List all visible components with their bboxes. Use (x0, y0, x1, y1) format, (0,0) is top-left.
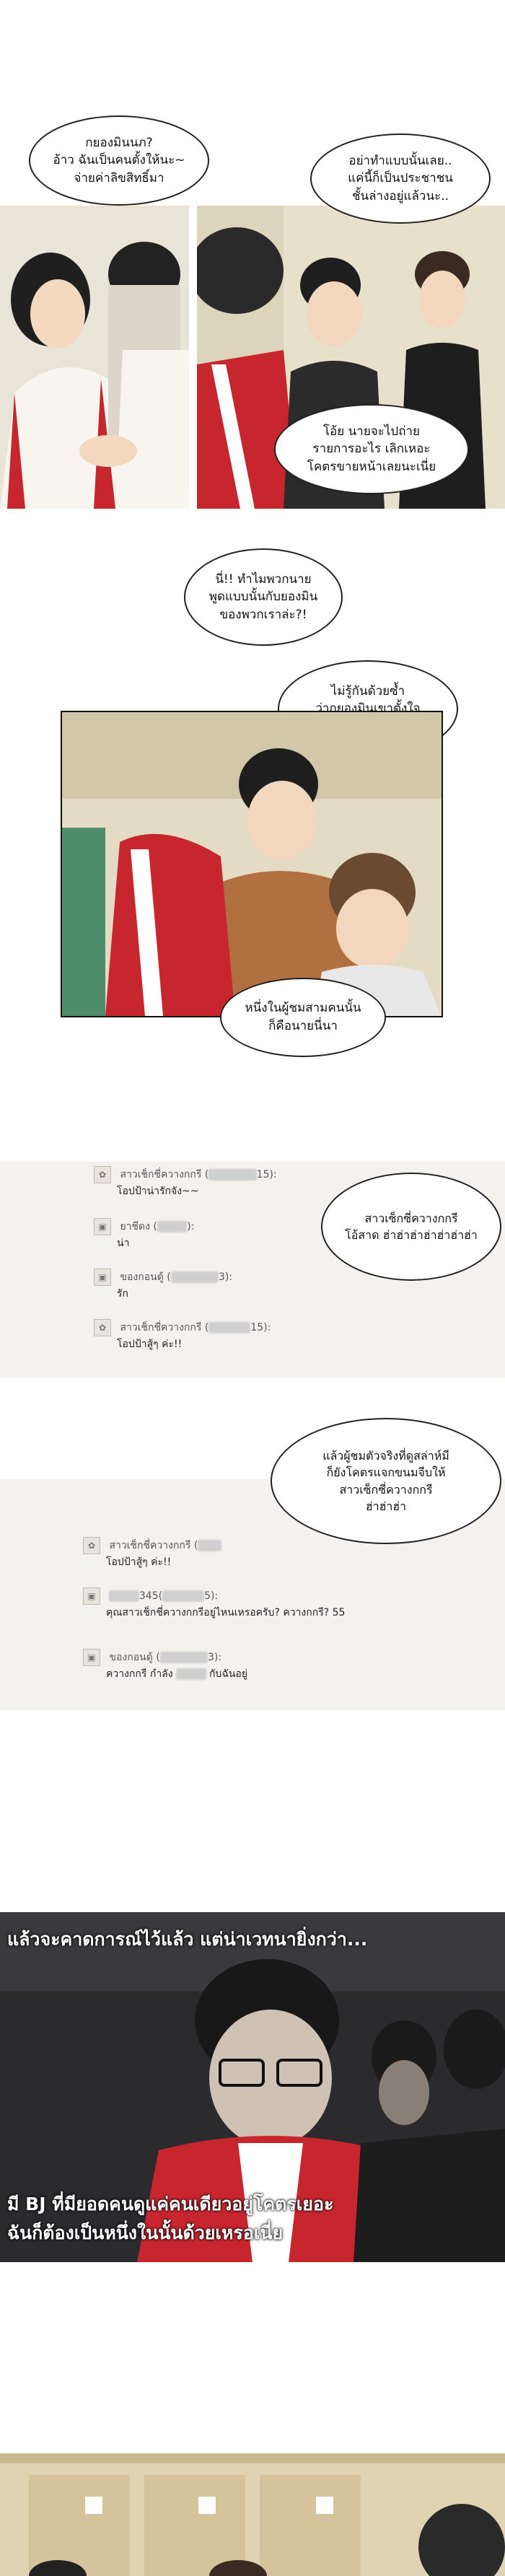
chat-row: ▣ ยาชีดง (xxxxx): น่า (94, 1218, 194, 1251)
speech-bubble-1: กยองมินนภ? อ้าว ฉันเป็นคนตั้งให้นะ~ จ่าย… (29, 115, 209, 206)
blurred-id: xxxxxxx (162, 1590, 205, 1602)
chat-username: ยาชีดง ( (120, 1221, 157, 1232)
speech-bubble-8: แล้วผู้ชมตัวจริงที่ดูสล่าห์มี ก็ยังโคตรแ… (271, 1418, 501, 1544)
panel-1-left-art (0, 206, 189, 509)
chat-username: สาวเช็กชี่ควางกกรี ( (109, 1540, 198, 1551)
chat-message: โอปป้าสู้ๆ ค่ะ!! (117, 1339, 183, 1350)
blurred-id: xxxxxxxx (170, 1271, 219, 1283)
chat-message: โอปป้าสู้ๆ ค่ะ!! (106, 1556, 172, 1568)
chat-id-suffix: 5): (204, 1590, 219, 1602)
panel-1-left (0, 206, 189, 509)
panel-3: แล้วจะคาดการณ์ไว้แล้ว แต่น่าเวทนายิ่งกว่… (0, 1912, 505, 2262)
chat-row: ✿ สาวเช็กชี่ควางกกรี (xxxx โอปป้าสู้ๆ ค่… (83, 1537, 222, 1570)
chat-id-suffix: 15): (250, 1322, 271, 1333)
panel-4-art (0, 2453, 505, 2576)
chat-row: ▣ ของกอนดู้ (xxxxxxxx3): ควางกกรี กำลัง … (83, 1649, 247, 1682)
blurred-id: xxxxx (157, 1221, 188, 1232)
chat-message-part-2: กับฉันอยู่ (208, 1668, 248, 1680)
chat-badge-icon: ✿ (94, 1166, 111, 1183)
panel-2-art (62, 712, 442, 1016)
chat-username: ของกอนดู้ ( (120, 1271, 171, 1283)
blurred-id: xxxxxxxx (208, 1169, 257, 1180)
chat-message-part-1: ควางกกรี กำลัง (106, 1668, 173, 1680)
blurred-id: xxxxxxx (208, 1322, 251, 1333)
chat-username: ของกอนดู้ ( (109, 1652, 160, 1663)
narration-caption-top: แล้วจะคาดการณ์ไว้แล้ว แต่น่าเวทนายิ่งกว่… (7, 1929, 368, 1950)
speech-bubble-7: สาวเซ็กซี่ควางกกรี โอ้สาด ฮ่าฮ่าฮ่าฮ่าฮ่… (321, 1173, 501, 1281)
chat-id-suffix: 15): (256, 1169, 277, 1180)
chat-row: ✿ สาวเช็กชี่ควางกกรี (xxxxxxx15): โอปป้า… (94, 1319, 271, 1352)
chat-badge-icon: ✿ (83, 1537, 100, 1554)
chat-message: น่า (117, 1237, 130, 1249)
narration-caption-bottom-1: มี BJ ที่มียอดคนดูแค่คนเดียวอยู่โคตรเยอะ (7, 2194, 334, 2214)
panel-2 (61, 711, 443, 1017)
speech-bubble-6: หนึ่งในผู้ชมสามคนนั้น ก็คือนายนี่นา (220, 978, 386, 1057)
chat-id-suffix: ): (187, 1221, 195, 1232)
blurred-id: xxxx (198, 1540, 222, 1551)
speech-bubble-3: โอ้ย นายจะไปถ่าย รายการอะไร เลิกเหอะ โคต… (274, 404, 469, 494)
blurred-id: xxxxx (109, 1590, 139, 1602)
chat-row: ▣ xxxxx345(xxxxxxx5): คุณสาวเช็กชี่ควางก… (83, 1587, 345, 1621)
chat-message: โอปป้าน่ารักจัง~~ (117, 1186, 199, 1197)
chat-username: สาวเช็กชี่ควางกกรี ( (120, 1322, 209, 1333)
chat-badge-icon: ▣ (83, 1649, 100, 1666)
chat-badge-icon: ▣ (83, 1587, 100, 1605)
chat-row: ✿ สาวเช็กชี่ควางกกรี (xxxxxxxx15): โอปป้… (94, 1166, 277, 1199)
blurred-id: xxxxxxxx (159, 1652, 208, 1663)
narration-caption-bottom-2: ฉันก็ต้องเป็นหนึ่งในนั้นด้วยเหรอเนี่ย (7, 2222, 284, 2243)
chat-badge-icon: ✿ (94, 1319, 111, 1336)
speech-bubble-4: นี่!! ทำไมพวกนาย พูดแบบนั้นกับยองมิน ของ… (184, 548, 343, 646)
chat-badge-icon: ▣ (94, 1269, 111, 1286)
chat-id-suffix: 3): (219, 1271, 233, 1283)
chat-id-suffix: 3): (208, 1652, 222, 1663)
chat-message: รัก (117, 1288, 128, 1300)
chat-badge-icon: ▣ (94, 1218, 111, 1235)
speech-bubble-2: อย่าทำแบบนั้นเลย.. แค่นี้ก็เป็นประชาชน ช… (310, 133, 491, 224)
chat-message: คุณสาวเช็กชี่ควางกกรีอยู่ไหนเหรอครับ? คว… (106, 1607, 346, 1618)
chat-username: สาวเช็กชี่ควางกกรี ( (120, 1169, 209, 1180)
blurred-word: xxxxx (176, 1668, 206, 1680)
chat-row: ▣ ของกอนดู้ (xxxxxxxx3): รัก (94, 1269, 232, 1302)
chat-message: ควางกกรี กำลัง xxxxx กับฉันอยู่ (106, 1666, 247, 1682)
chat-username: 345( (139, 1590, 163, 1602)
panel-4 (0, 2453, 505, 2576)
